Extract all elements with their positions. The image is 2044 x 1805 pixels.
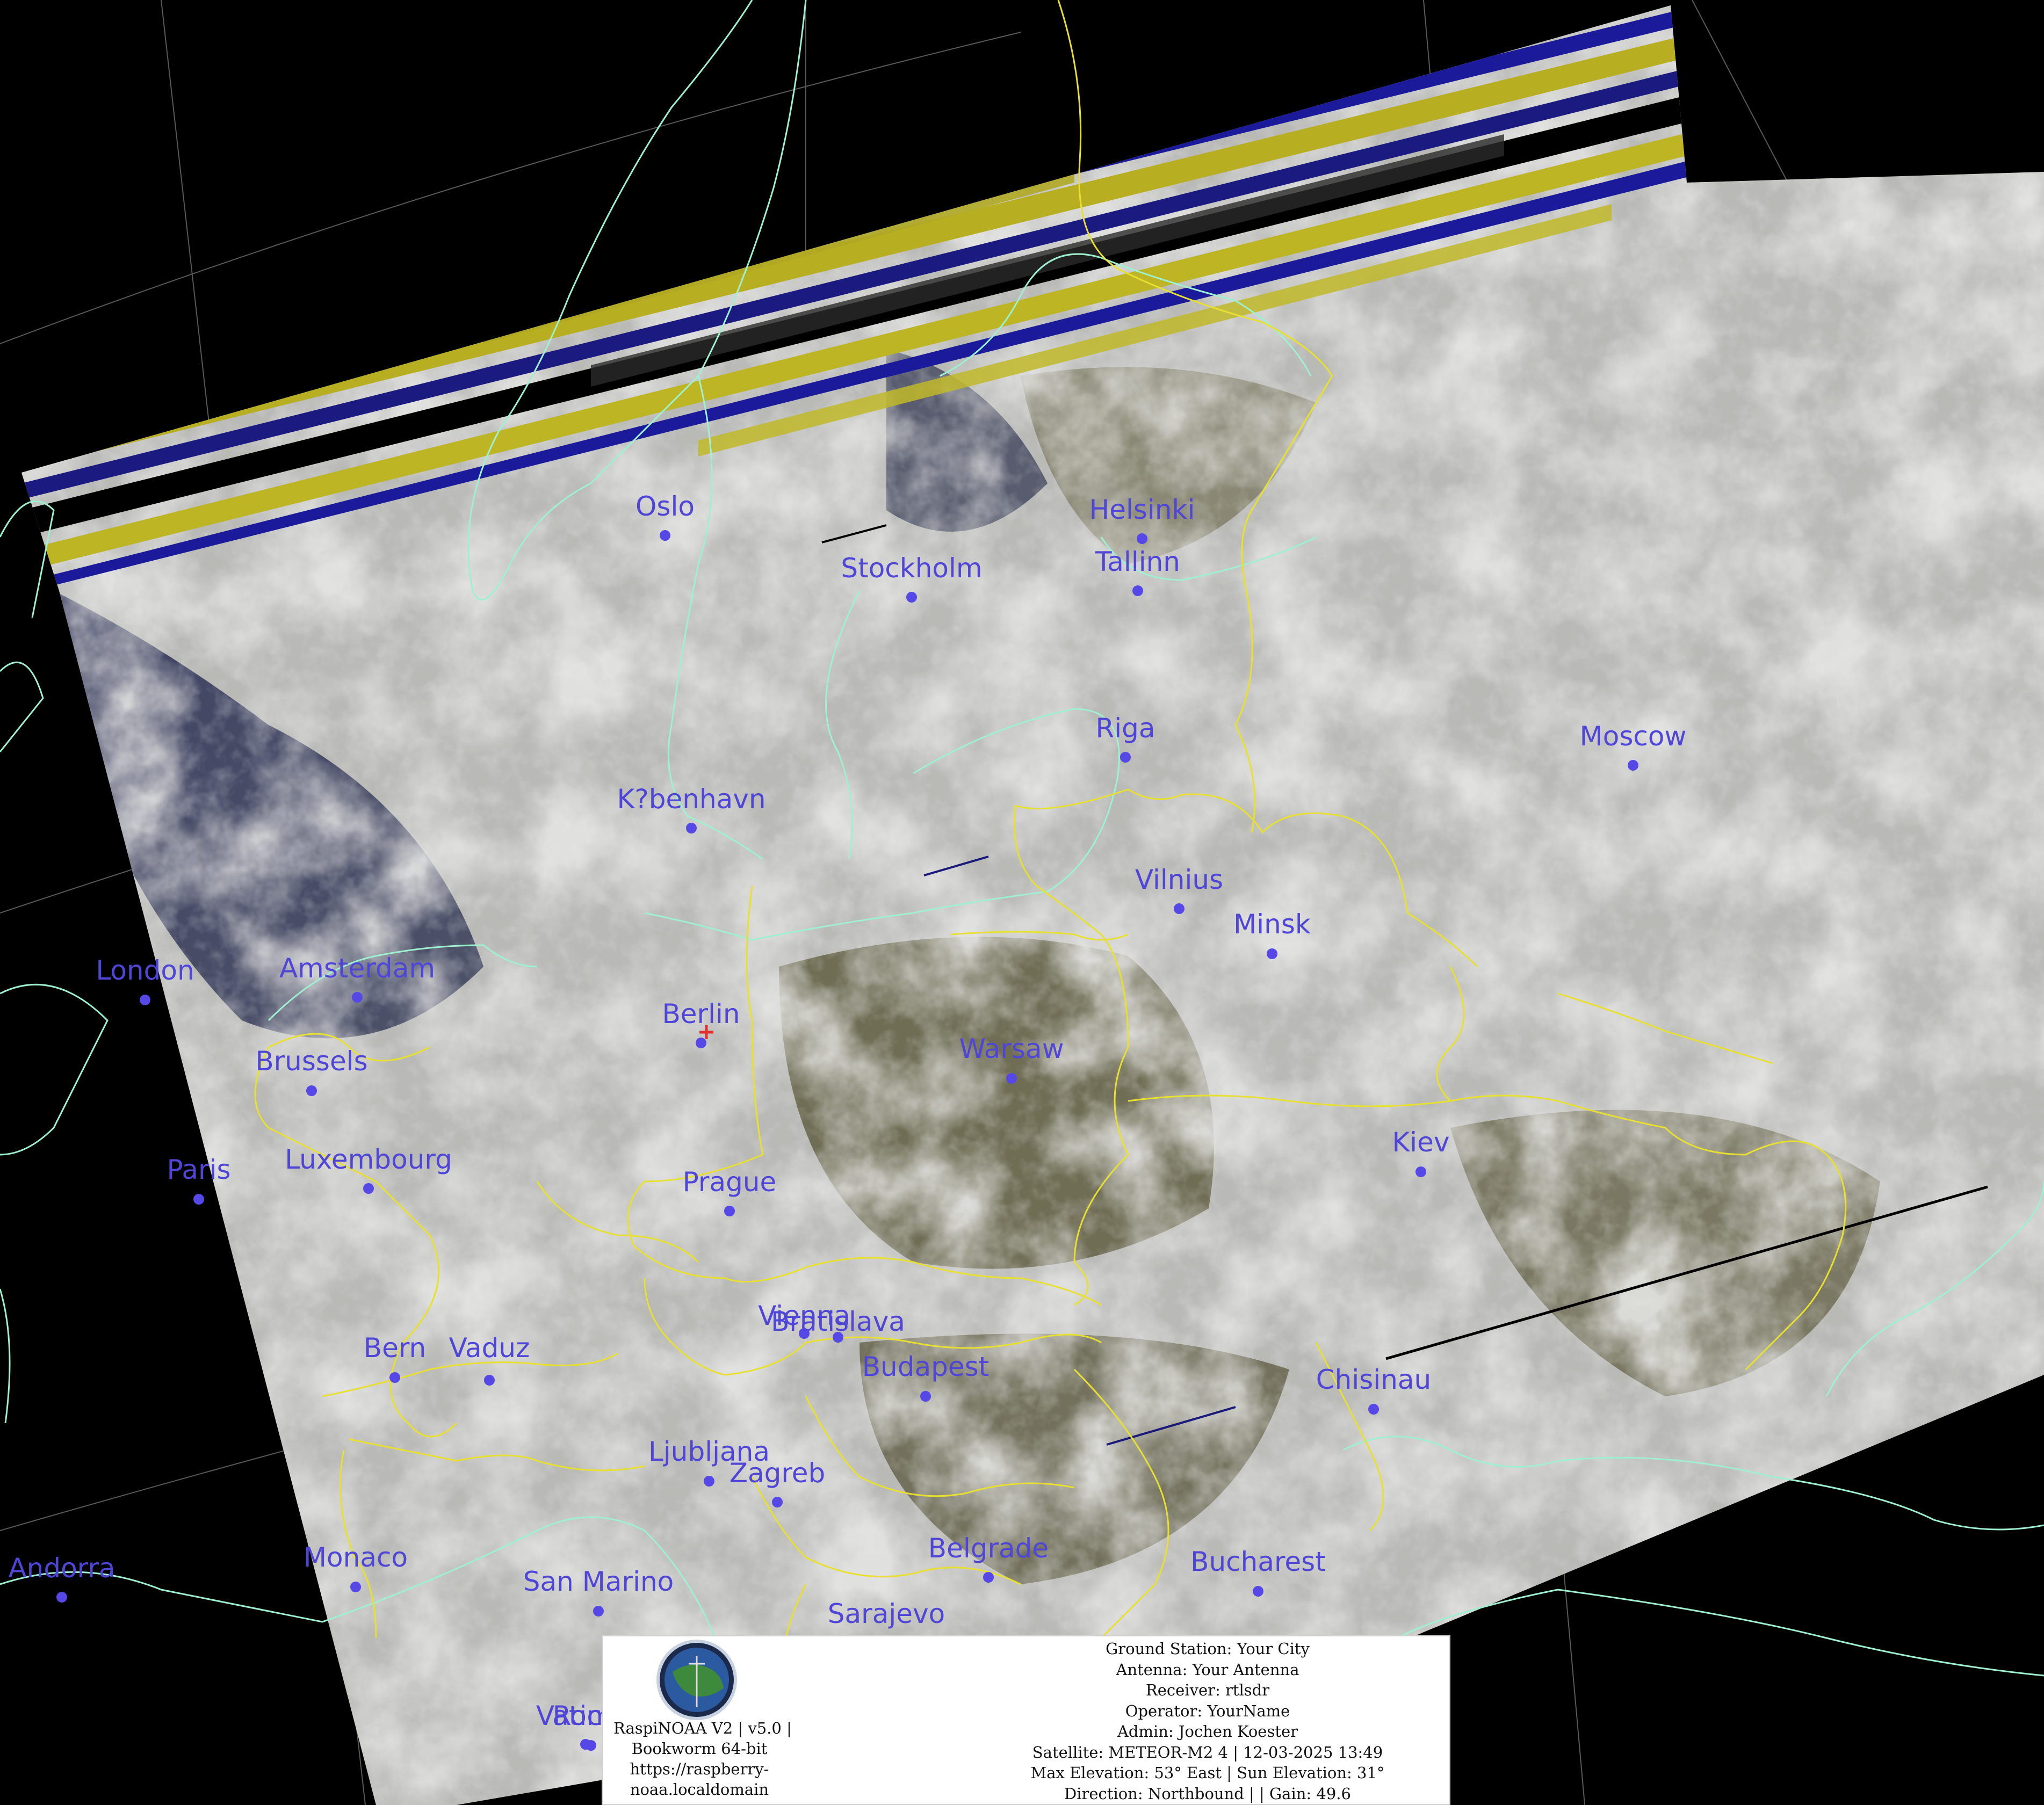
city-dot [696,1038,706,1048]
city-dot [593,1606,604,1616]
city-label: Vaduz [449,1332,530,1364]
city-label: K?benhavn [617,784,765,815]
city-dot [906,592,917,603]
city-dot [56,1592,67,1603]
city-dot [920,1391,931,1402]
city-label: Moscow [1580,721,1687,752]
city-label: Bucharest [1190,1546,1326,1577]
city-label: Chisinau [1316,1364,1431,1395]
city-label: Zagreb [730,1458,826,1489]
city-dot [983,1572,994,1583]
antenna-line: Antenna: Your Antenna [1116,1660,1299,1679]
city-andorra: Andorra [8,1553,115,1603]
operator-line: Operator: YourName [1125,1701,1290,1720]
city-label: San Marino [523,1566,674,1597]
city-label: Belgrade [928,1533,1049,1564]
city-label: Vilnius [1135,864,1223,895]
city-dot [1006,1073,1017,1084]
software-line: noaa.localdomain [630,1780,769,1799]
satellite-map: Oslo Helsinki Stockholm Tallinn Riga Moscow K?… [0,0,2044,1805]
city-label: Luxembourg [285,1144,452,1175]
city-dot [1415,1166,1426,1177]
city-label: Monaco [304,1542,408,1573]
city-dot [772,1497,783,1507]
city-dot [1120,752,1131,763]
city-label: Kiev [1392,1127,1449,1158]
city-dot [1253,1586,1263,1597]
city-label: Brussels [255,1046,367,1077]
city-dot [686,823,697,833]
city-dot [140,995,150,1005]
city-label: Andorra [8,1553,115,1584]
city-dot [704,1476,714,1487]
software-line: Bookworm 64-bit [631,1739,768,1758]
city-label: Berlin [662,998,740,1030]
software-line: https://raspberry- [630,1760,769,1778]
software-info: RaspiNOAA V2 | v5.0 | Bookworm 64-bit ht… [613,1718,792,1800]
city-label: Bratislava [771,1306,905,1337]
city-dot [1628,760,1638,771]
elevation-line: Max Elevation: 53° East | Sun Elevation:… [1030,1764,1385,1782]
city-label: Budapest [862,1351,990,1382]
station-info: Ground Station: Your City Antenna: Your … [853,1639,1444,1804]
city-label: Stockholm [841,553,982,584]
city-dot [1132,585,1143,596]
ground-station-line: Ground Station: Your City [1106,1640,1310,1658]
city-label: London [96,955,194,986]
city-dot [1368,1404,1379,1415]
city-label: Paris [167,1154,230,1185]
city-label: Warsaw [959,1033,1064,1064]
software-line: RaspiNOAA V2 | v5.0 | [613,1719,792,1737]
city-label: Bern [364,1332,426,1364]
city-dot [389,1372,400,1383]
city-label: Sarajevo [828,1598,945,1629]
city-dot [724,1206,735,1216]
city-label: Oslo [635,491,695,522]
receiver-line: Receiver: rtlsdr [1145,1681,1270,1699]
city-label: Minsk [1233,909,1311,940]
city-dot [484,1375,495,1386]
direction-gain-line: Direction: Northbound | | Gain: 49.6 [1064,1784,1351,1803]
info-panel: RaspiNOAA V2 | v5.0 | Bookworm 64-bit ht… [602,1635,1450,1805]
city-dot [352,992,363,1003]
city-dot [660,530,670,541]
city-bratislava: Bratislava [771,1306,905,1343]
city-label: Prague [683,1166,777,1198]
city-label: Tallinn [1095,546,1180,577]
city-dot [363,1183,374,1194]
satellite-line: Satellite: METEOR-M2 4 | 12-03-2025 13:4… [1032,1743,1383,1761]
station-logo [656,1640,737,1720]
city-dot [306,1085,317,1096]
admin-line: Admin: Jochen Koester [1117,1722,1298,1741]
city-dot [1174,903,1184,914]
city-label: Amsterdam [279,953,435,984]
city-dot [193,1194,204,1205]
city-dot [350,1582,361,1592]
city-dot [1267,948,1277,959]
city-dot [1137,533,1147,544]
city-dot [586,1740,596,1751]
city-label: Riga [1095,713,1155,744]
city-label: Helsinki [1089,494,1195,525]
